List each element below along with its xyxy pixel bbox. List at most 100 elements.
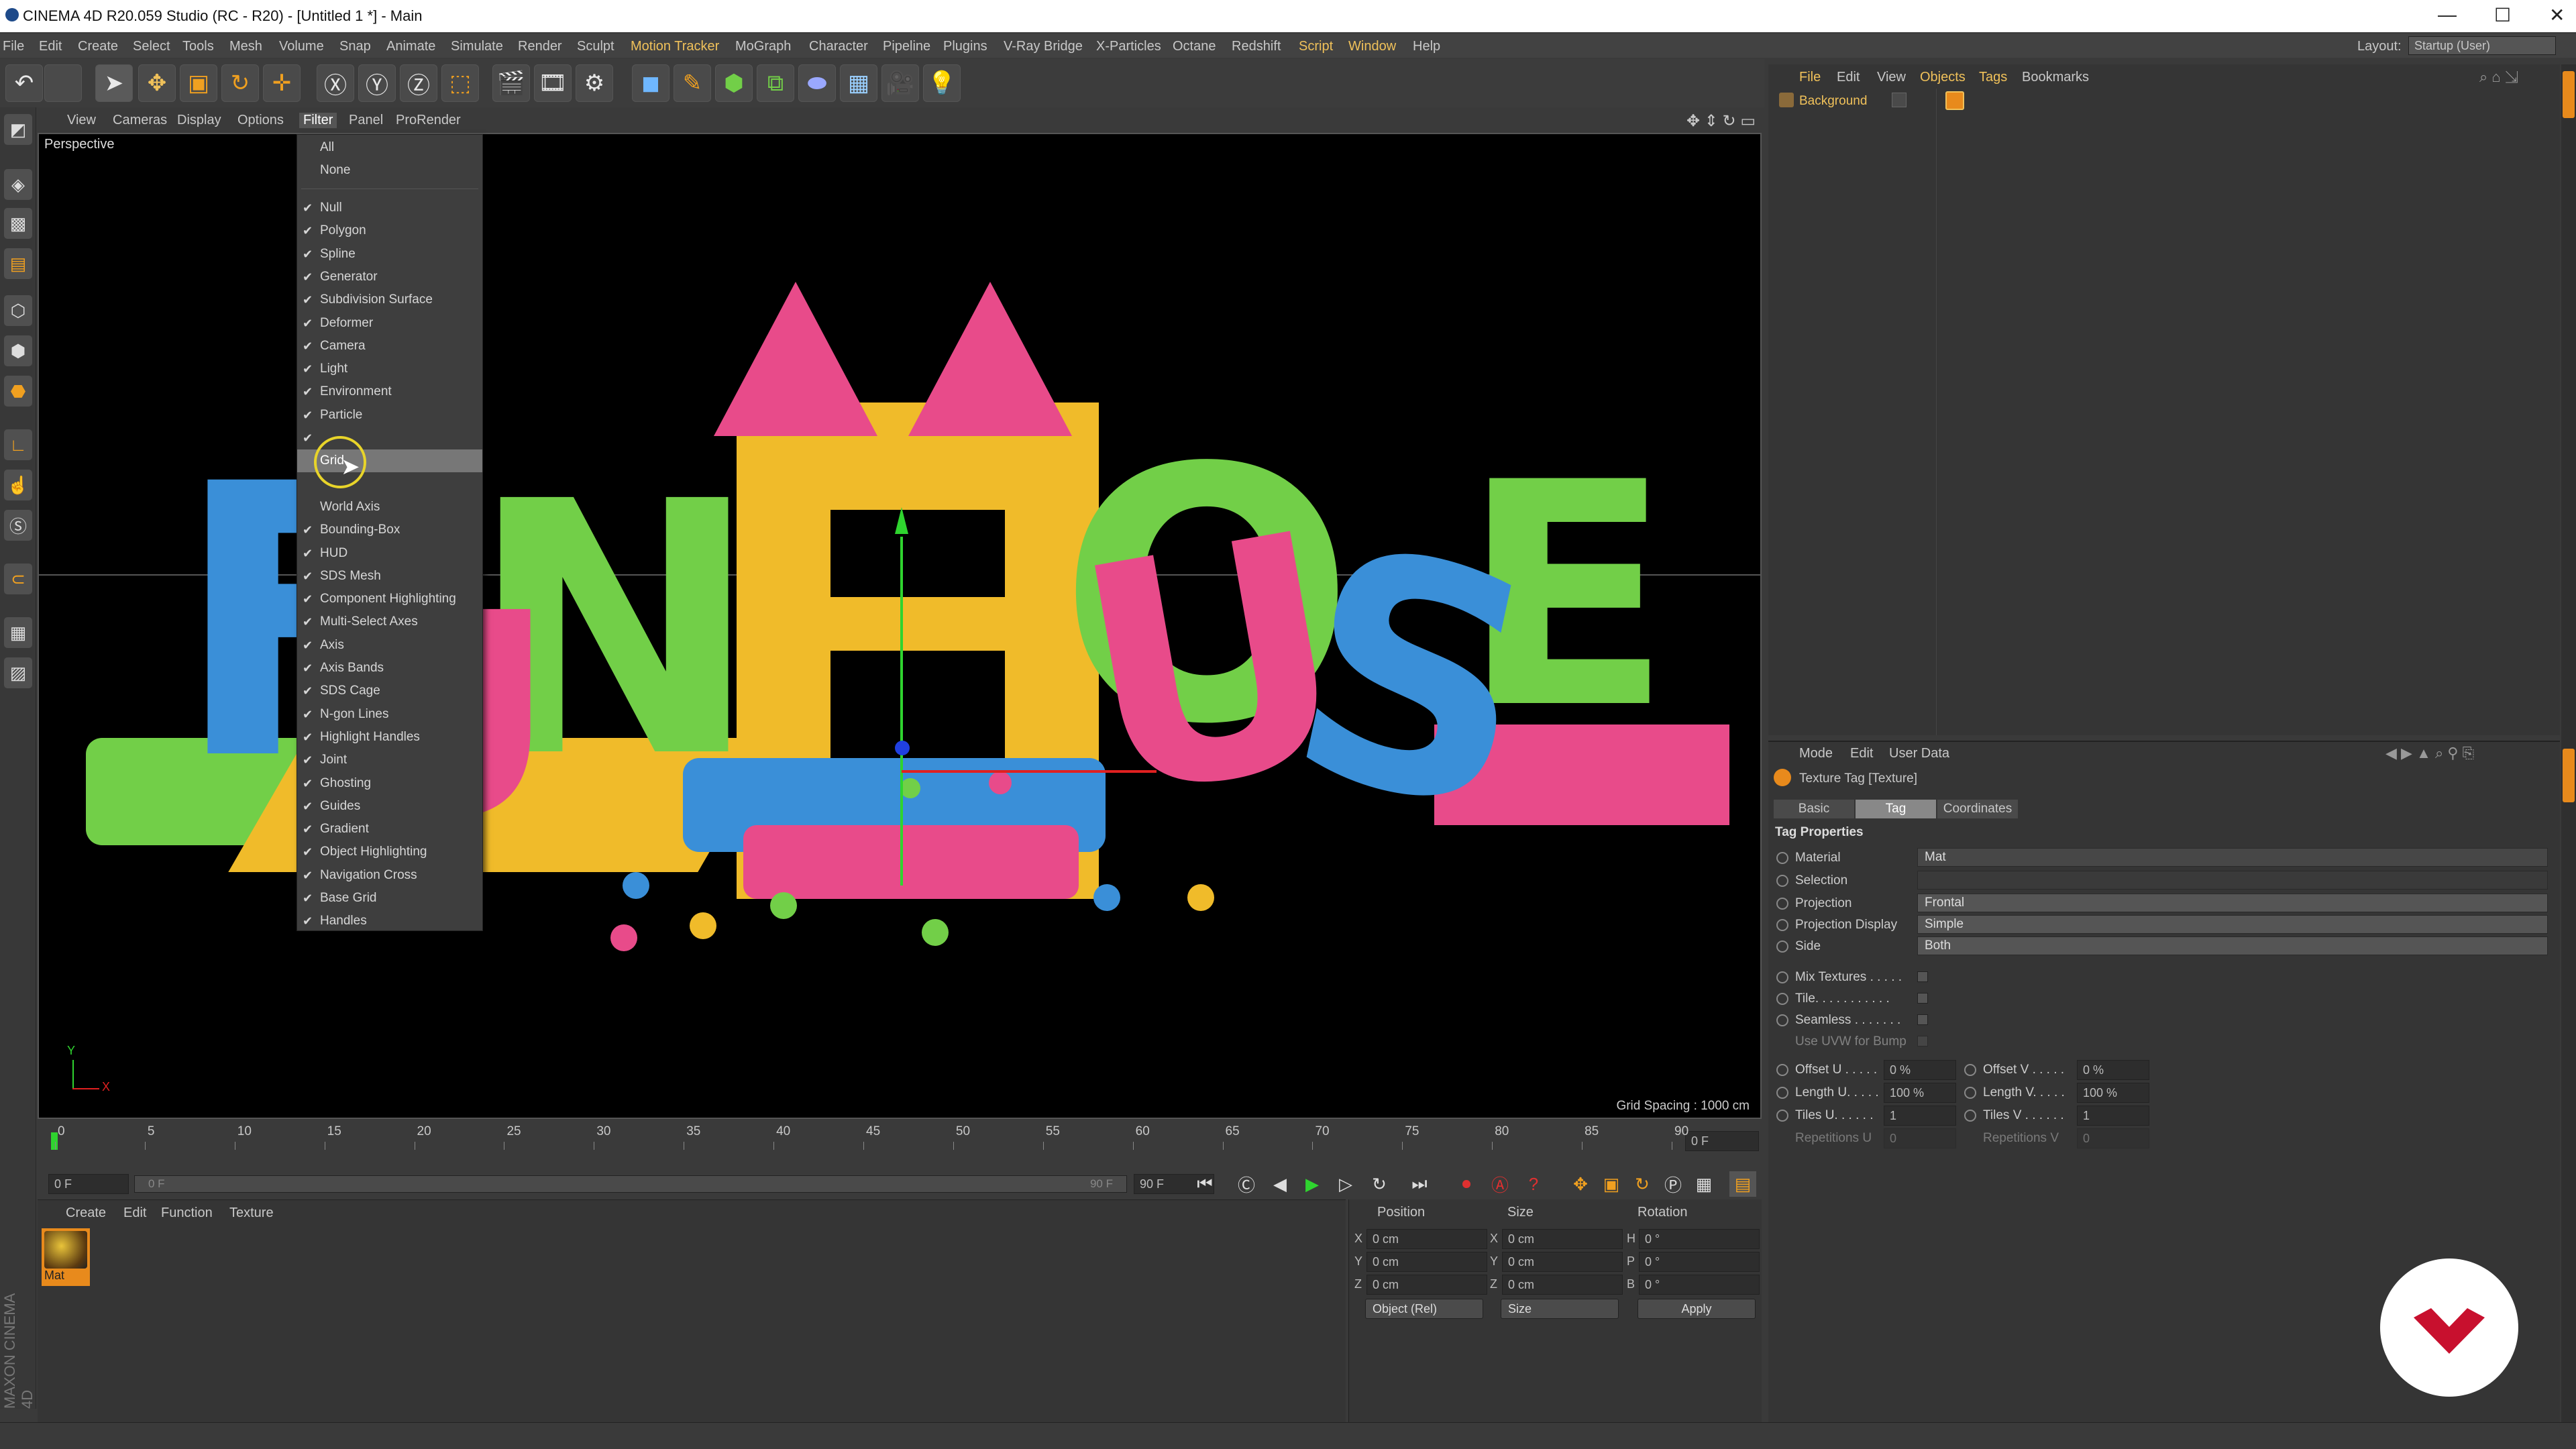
object-background-name[interactable]: Background — [1799, 94, 1867, 109]
next-frame-icon[interactable]: ▷ — [1332, 1171, 1359, 1197]
scale-icon[interactable]: ▣ — [180, 64, 217, 102]
filter-item-hud[interactable]: ✔ HUD — [297, 542, 482, 565]
objects-side-tab[interactable] — [2563, 71, 2575, 118]
animate-dot-icon[interactable] — [1776, 852, 1788, 864]
menu-select[interactable]: Select — [133, 39, 170, 54]
filter-item-joint[interactable]: ✔ Joint — [297, 749, 482, 771]
attr-menu-edit[interactable]: Edit — [1850, 746, 1873, 761]
filter-item-axis[interactable]: ✔ Axis — [297, 634, 482, 657]
key-rotation-icon[interactable]: ↻ — [1629, 1171, 1656, 1197]
viewport-menu-options[interactable]: Options — [237, 113, 284, 128]
menu-tools[interactable]: Tools — [182, 39, 214, 54]
previous-frame-icon[interactable]: ◀ — [1267, 1171, 1293, 1197]
go-to-end-icon[interactable]: ⏭ — [1406, 1171, 1433, 1197]
use-uvw-for-bump-checkbox[interactable] — [1917, 1036, 1928, 1046]
attributes-side-tab[interactable] — [2563, 749, 2575, 802]
animate-dot-icon[interactable] — [1776, 993, 1788, 1005]
apply-button[interactable]: Apply — [1638, 1299, 1756, 1319]
right-edge-tabs[interactable] — [2561, 64, 2576, 1445]
projection-display-select[interactable]: Simple — [1917, 915, 2548, 934]
undo-icon[interactable]: ↶ — [5, 64, 43, 102]
minimize-button[interactable]: — — [2438, 4, 2457, 25]
menu-pipeline[interactable]: Pipeline — [883, 39, 930, 54]
seamless-checkbox[interactable] — [1917, 1014, 1928, 1025]
menu-vray-bridge[interactable]: V-Ray Bridge — [1004, 39, 1083, 54]
keyframe-selection-icon[interactable]: ? — [1520, 1171, 1547, 1197]
tab-basic[interactable]: Basic — [1774, 800, 1854, 818]
menu-character[interactable]: Character — [809, 39, 868, 54]
repetitions-u-field[interactable]: 0 — [1884, 1128, 1956, 1148]
previous-key-icon[interactable]: Ⓒ — [1233, 1171, 1260, 1197]
filter-item-spline[interactable]: ✔ Spline — [297, 243, 482, 266]
length-v-field[interactable]: 100 % — [2077, 1083, 2149, 1103]
offset-u-field[interactable]: 0 % — [1884, 1060, 1956, 1080]
menu-octane[interactable]: Octane — [1173, 39, 1216, 54]
viewport-menu-filter[interactable]: Filter — [299, 113, 337, 128]
animate-dot-icon[interactable] — [1776, 1087, 1788, 1099]
objmgr-menu-objects[interactable]: Objects — [1920, 70, 1966, 85]
filter-item-object-highlighting[interactable]: ✔ Object Highlighting — [297, 841, 482, 863]
render-view-icon[interactable]: 🎬 — [492, 64, 530, 102]
viewport-menu-panel[interactable]: Panel — [349, 113, 383, 128]
texture-tag-icon[interactable] — [1945, 91, 1964, 110]
filter-item-sds-cage[interactable]: ✔ SDS Cage — [297, 680, 482, 702]
filter-item-gradient[interactable]: ✔ Gradient — [297, 818, 482, 841]
enable-axis-icon[interactable]: ∟ — [4, 429, 32, 460]
workplane-icon[interactable]: ▤ — [4, 248, 32, 279]
redo-icon[interactable] — [44, 64, 82, 102]
animate-dot-icon[interactable] — [1776, 875, 1788, 887]
filter-item-all[interactable]: All — [297, 136, 482, 159]
attr-nav-icons[interactable]: ◀ ▶ ▲ ⌕ ⚲ ⎘ — [2385, 745, 2474, 762]
planar-workplane-icon[interactable]: ▨ — [4, 657, 32, 688]
maximize-button[interactable]: ☐ — [2494, 4, 2511, 26]
snap-icon[interactable]: ⊂ — [4, 564, 32, 594]
menu-sculpt[interactable]: Sculpt — [577, 39, 614, 54]
filter-item-base-grid[interactable]: ✔ Base Grid — [297, 887, 482, 910]
layer-toggle-icon[interactable] — [1892, 93, 1907, 107]
y-axis-handle[interactable] — [900, 537, 903, 885]
attr-menu-user-data[interactable]: User Data — [1889, 746, 1949, 761]
pos-z-field[interactable]: 0 cm — [1366, 1275, 1487, 1295]
filter-item-guides[interactable]: ✔ Guides — [297, 795, 482, 818]
transform-icon[interactable]: ✛ — [263, 64, 301, 102]
light-icon[interactable]: 💡 — [923, 64, 961, 102]
current-frame-field[interactable]: 0 F — [1685, 1131, 1759, 1151]
menu-animate[interactable]: Animate — [386, 39, 435, 54]
rot-h-field[interactable]: 0 ° — [1639, 1229, 1760, 1249]
animate-dot-icon[interactable] — [1776, 919, 1788, 931]
tab-coordinates[interactable]: Coordinates — [1937, 800, 2018, 818]
tiles-u-field[interactable]: 1 — [1884, 1106, 1956, 1126]
camera-icon[interactable]: 🎥 — [881, 64, 919, 102]
filter-item-deformer[interactable]: ✔ Deformer — [297, 312, 482, 335]
tiles-v-field[interactable]: 1 — [2077, 1106, 2149, 1126]
menu-window[interactable]: Window — [1348, 39, 1396, 54]
polygons-mode-icon[interactable]: ⬣ — [4, 376, 32, 407]
y-axis-icon[interactable]: Ⓨ — [358, 64, 396, 102]
menu-motion-tracker[interactable]: Motion Tracker — [631, 39, 719, 54]
projection-select[interactable]: Frontal — [1917, 894, 2548, 912]
y-axis-arrow-icon[interactable] — [895, 507, 908, 534]
lock-workplane-icon[interactable]: ▦ — [4, 617, 32, 648]
loop-icon[interactable]: ↻ — [1366, 1171, 1393, 1197]
attr-menu-mode[interactable]: Mode — [1799, 746, 1833, 761]
viewport-navigation-icons[interactable]: ✥ ⇕ ↻ ▭ — [1686, 111, 1756, 131]
filter-item-subdivision-surface[interactable]: ✔ Subdivision Surface — [297, 288, 482, 311]
viewport-menu-display[interactable]: Display — [177, 113, 221, 128]
filter-item-environment[interactable]: ✔ Environment — [297, 380, 482, 403]
objmgr-menu-file[interactable]: File — [1799, 70, 1821, 85]
animate-dot-icon[interactable] — [1776, 1064, 1788, 1076]
menu-redshift[interactable]: Redshift — [1232, 39, 1281, 54]
coordinate-mode-select[interactable]: Object (Rel) — [1365, 1299, 1483, 1319]
objmgr-menu-bookmarks[interactable]: Bookmarks — [2022, 70, 2089, 85]
pos-x-field[interactable]: 0 cm — [1366, 1229, 1487, 1249]
tile-checkbox[interactable] — [1917, 993, 1928, 1004]
x-axis-handle[interactable] — [902, 770, 1157, 773]
menu-snap[interactable]: Snap — [339, 39, 371, 54]
x-axis-icon[interactable]: Ⓧ — [317, 64, 354, 102]
objmgr-search-home-icons[interactable]: ⌕ ⌂ ⇲ — [2479, 68, 2518, 86]
render-picture-viewer-icon[interactable]: 🎞 — [534, 64, 572, 102]
objmgr-menu-edit[interactable]: Edit — [1837, 70, 1860, 85]
animate-dot-icon[interactable] — [1776, 941, 1788, 953]
filter-item-axis-bands[interactable]: ✔ Axis Bands — [297, 657, 482, 680]
material-menu-create[interactable]: Create — [66, 1205, 106, 1221]
